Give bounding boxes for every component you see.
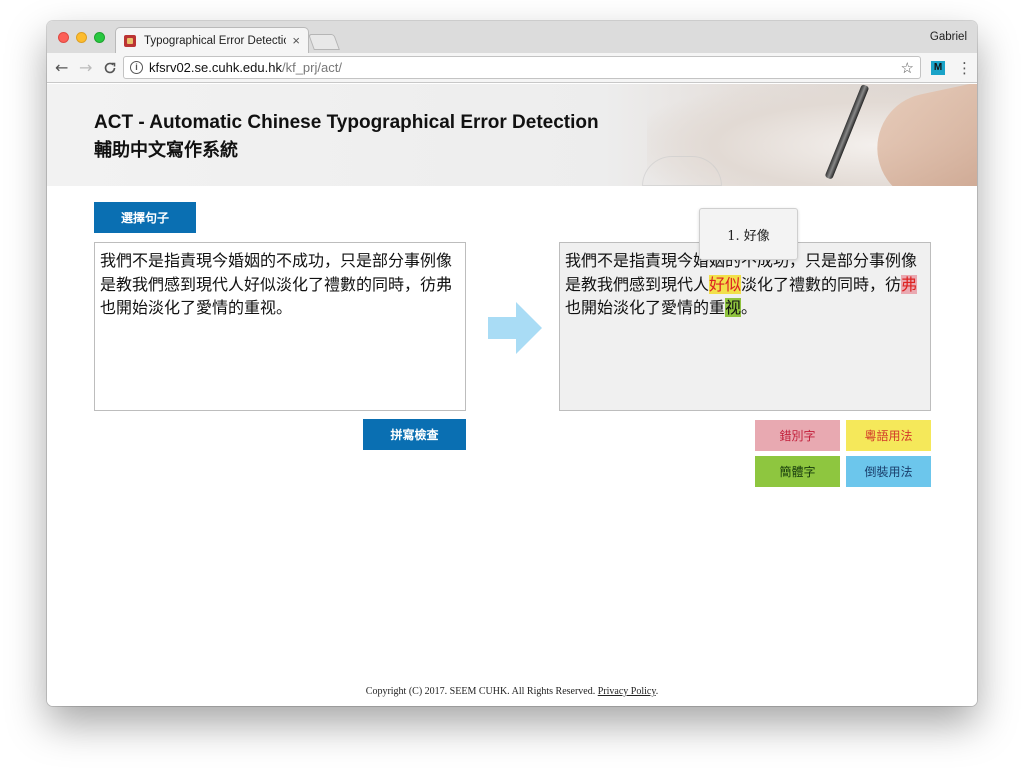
arrow-right-icon — [488, 302, 542, 354]
result-text-segment: 也開始淡化了愛情的重 — [565, 298, 726, 317]
copyright-text: Copyright (C) 2017. SEEM CUHK. All Right… — [365, 686, 596, 697]
legend-wrong-char: 錯別字 — [755, 420, 840, 451]
select-sentence-button[interactable]: 選擇句子 — [94, 202, 196, 233]
simplified-char-error-highlight[interactable]: 视 — [725, 298, 742, 317]
bookmark-star-icon[interactable]: ☆ — [901, 59, 914, 77]
suggestion-tooltip[interactable]: 1. 好像 — [699, 208, 798, 260]
footer: Copyright (C) 2017. SEEM CUHK. All Right… — [47, 686, 977, 697]
result-text-segment: 。 — [741, 298, 758, 317]
suggestion-item[interactable]: 1. 好像 — [727, 225, 770, 244]
close-window-button[interactable] — [58, 32, 69, 43]
cantonese-error-highlight[interactable]: 好似 — [709, 274, 742, 294]
tab-close-icon[interactable]: × — [292, 33, 300, 48]
forward-arrow-icon[interactable]: → — [79, 58, 92, 78]
legend-cantonese: 粵語用法 — [846, 420, 931, 451]
tab-title: Typographical Error Detection — [144, 34, 287, 47]
new-tab-button[interactable] — [308, 34, 340, 50]
result-output: 我們不是指責現今婚姻的不成功，只是部分事例像是教我們感到現代人好似淡化了禮數的同… — [559, 242, 931, 411]
reload-icon[interactable] — [103, 58, 117, 80]
privacy-policy-link[interactable]: Privacy Policy — [598, 686, 656, 697]
extension-icon[interactable]: M — [931, 61, 945, 75]
browser-window: Typographical Error Detection × Gabriel … — [47, 21, 977, 706]
sentence-input[interactable]: 我們不是指責現今婚姻的不成功，只是部分事例像是教我們感到現代人好似淡化了禮數的同… — [94, 242, 466, 411]
maximize-window-button[interactable] — [94, 32, 105, 43]
spell-check-button[interactable]: 拼寫檢查 — [363, 419, 466, 450]
cuhk-favicon-icon — [124, 34, 136, 47]
page-title-zh: 輔助中文寫作系統 — [94, 140, 238, 161]
address-bar[interactable]: i kfsrv02.se.cuhk.edu.hk/kf_prj/act/ ☆ — [123, 56, 921, 79]
minimize-window-button[interactable] — [76, 32, 87, 43]
wrong-char-error-highlight[interactable]: 弗 — [901, 274, 918, 294]
footer-period: . — [655, 686, 659, 697]
legend-simplified: 簡體字 — [755, 456, 840, 487]
page-title-en: ACT - Automatic Chinese Typographical Er… — [94, 112, 599, 133]
result-text-segment: 淡化了禮數的同時，彷 — [741, 274, 902, 294]
tab-typographical-error-detection[interactable]: Typographical Error Detection × — [115, 27, 309, 53]
page-content: ACT - Automatic Chinese Typographical Er… — [47, 84, 977, 706]
legend-inversion: 倒裝用法 — [846, 456, 931, 487]
profile-name[interactable]: Gabriel — [930, 31, 967, 43]
header-banner: ACT - Automatic Chinese Typographical Er… — [47, 84, 977, 186]
back-arrow-icon[interactable]: ← — [55, 58, 68, 78]
browser-menu-icon[interactable]: ⋮ — [957, 58, 972, 78]
browser-toolbar: ← → i kfsrv02.se.cuhk.edu.hk/kf_prj/act/… — [47, 53, 977, 83]
url-host: kfsrv02.se.cuhk.edu.hk — [149, 60, 282, 75]
url-path: /kf_prj/act/ — [281, 60, 342, 75]
site-info-icon[interactable]: i — [130, 61, 143, 74]
tab-bar: Typographical Error Detection × Gabriel — [47, 21, 977, 53]
